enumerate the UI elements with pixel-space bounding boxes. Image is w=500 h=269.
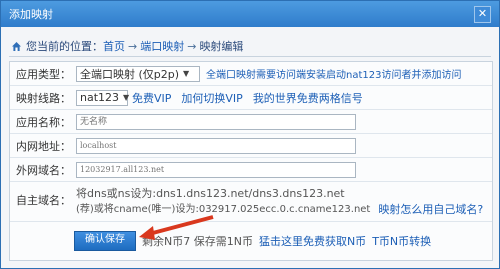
app-name-label: 应用名称： bbox=[16, 115, 71, 129]
breadcrumb-current: 映射编辑 bbox=[199, 40, 244, 53]
breadcrumb-home[interactable]: 首页 bbox=[103, 38, 125, 54]
external-domain-label: 外网域名： bbox=[16, 163, 71, 177]
line-select[interactable]: nat123 ▼ bbox=[76, 89, 130, 106]
switch-vip-link[interactable]: 加何切换VIP bbox=[181, 90, 242, 106]
app-type-value: 全端口映射 (仅p2p) bbox=[80, 67, 180, 81]
add-mapping-dialog: 添加映射 ✕ 您当前的位置： 首页 → 端口映射 → 映射编辑 应用类型： 全端… bbox=[0, 0, 500, 269]
free-vip-link[interactable]: 免费VIP bbox=[132, 90, 171, 106]
breadcrumb-separator: → bbox=[128, 39, 138, 53]
chevron-down-icon: ▼ bbox=[183, 69, 190, 78]
app-type-hint-link[interactable]: 全端口映射需要访问端安装启动nat123访问者并添加访问 bbox=[206, 66, 461, 81]
breadcrumb-port-mapping[interactable]: 端口映射 bbox=[140, 38, 184, 54]
row-app-name: 应用名称： bbox=[10, 110, 492, 134]
row-own-domain: 自主域名： 将dns或ns设为:dns1.dns123.net/dns3.dns… bbox=[10, 182, 492, 222]
get-free-nb-link[interactable]: 猛击这里免费获取N币 bbox=[259, 233, 366, 249]
row-line: 映射线路： nat123 ▼ 免费VIP 加何切换VIP 我的世界免费两格信号 bbox=[10, 86, 492, 110]
save-button[interactable]: 确认保存 bbox=[74, 231, 136, 251]
minecraft-link[interactable]: 我的世界免费两格信号 bbox=[253, 90, 363, 106]
app-type-label: 应用类型： bbox=[16, 67, 71, 81]
external-domain-input[interactable] bbox=[76, 161, 356, 178]
mapping-form: 应用类型： 全端口映射 (仅p2p) ▼ 全端口映射需要访问端安装启动nat12… bbox=[9, 61, 493, 261]
row-save: 确认保存 剩余N币7 保存需1N币 猛击这里免费获取N币 T币N币转换 bbox=[10, 222, 492, 260]
title-bar: 添加映射 ✕ bbox=[1, 1, 499, 27]
own-domain-help-link[interactable]: 映射怎么用自己域名? bbox=[378, 201, 483, 217]
divider bbox=[9, 56, 491, 57]
internal-address-input[interactable] bbox=[76, 137, 356, 154]
home-icon bbox=[12, 41, 21, 51]
own-domain-cname-note: (荐)或将cname(唯一)设为:032917.025ecc.0.c.cname… bbox=[76, 203, 371, 215]
row-external-domain: 外网域名： bbox=[10, 158, 492, 182]
breadcrumb-separator: → bbox=[187, 39, 197, 53]
window-title: 添加映射 bbox=[9, 8, 53, 21]
internal-address-label: 内网地址： bbox=[16, 139, 71, 153]
breadcrumb: 您当前的位置： 首页 → 端口映射 → 映射编辑 bbox=[11, 38, 243, 54]
line-value: nat123 bbox=[80, 91, 120, 104]
row-app-type: 应用类型： 全端口映射 (仅p2p) ▼ 全端口映射需要访问端安装启动nat12… bbox=[10, 62, 492, 86]
row-internal-address: 内网地址： bbox=[10, 134, 492, 158]
app-type-select[interactable]: 全端口映射 (仅p2p) ▼ bbox=[76, 65, 200, 82]
chevron-down-icon: ▼ bbox=[123, 93, 130, 102]
currency-convert-link[interactable]: T币N币转换 bbox=[372, 233, 431, 249]
close-button[interactable]: ✕ bbox=[474, 5, 491, 23]
breadcrumb-prefix: 您当前的位置： bbox=[26, 40, 103, 53]
app-name-input[interactable] bbox=[76, 113, 356, 130]
line-label: 映射线路： bbox=[16, 91, 71, 105]
own-domain-label: 自主域名： bbox=[16, 194, 71, 207]
own-domain-dns-note: 将dns或ns设为:dns1.dns123.net/dns3.dns123.ne… bbox=[76, 187, 345, 200]
red-arrow-annotation bbox=[139, 215, 214, 240]
